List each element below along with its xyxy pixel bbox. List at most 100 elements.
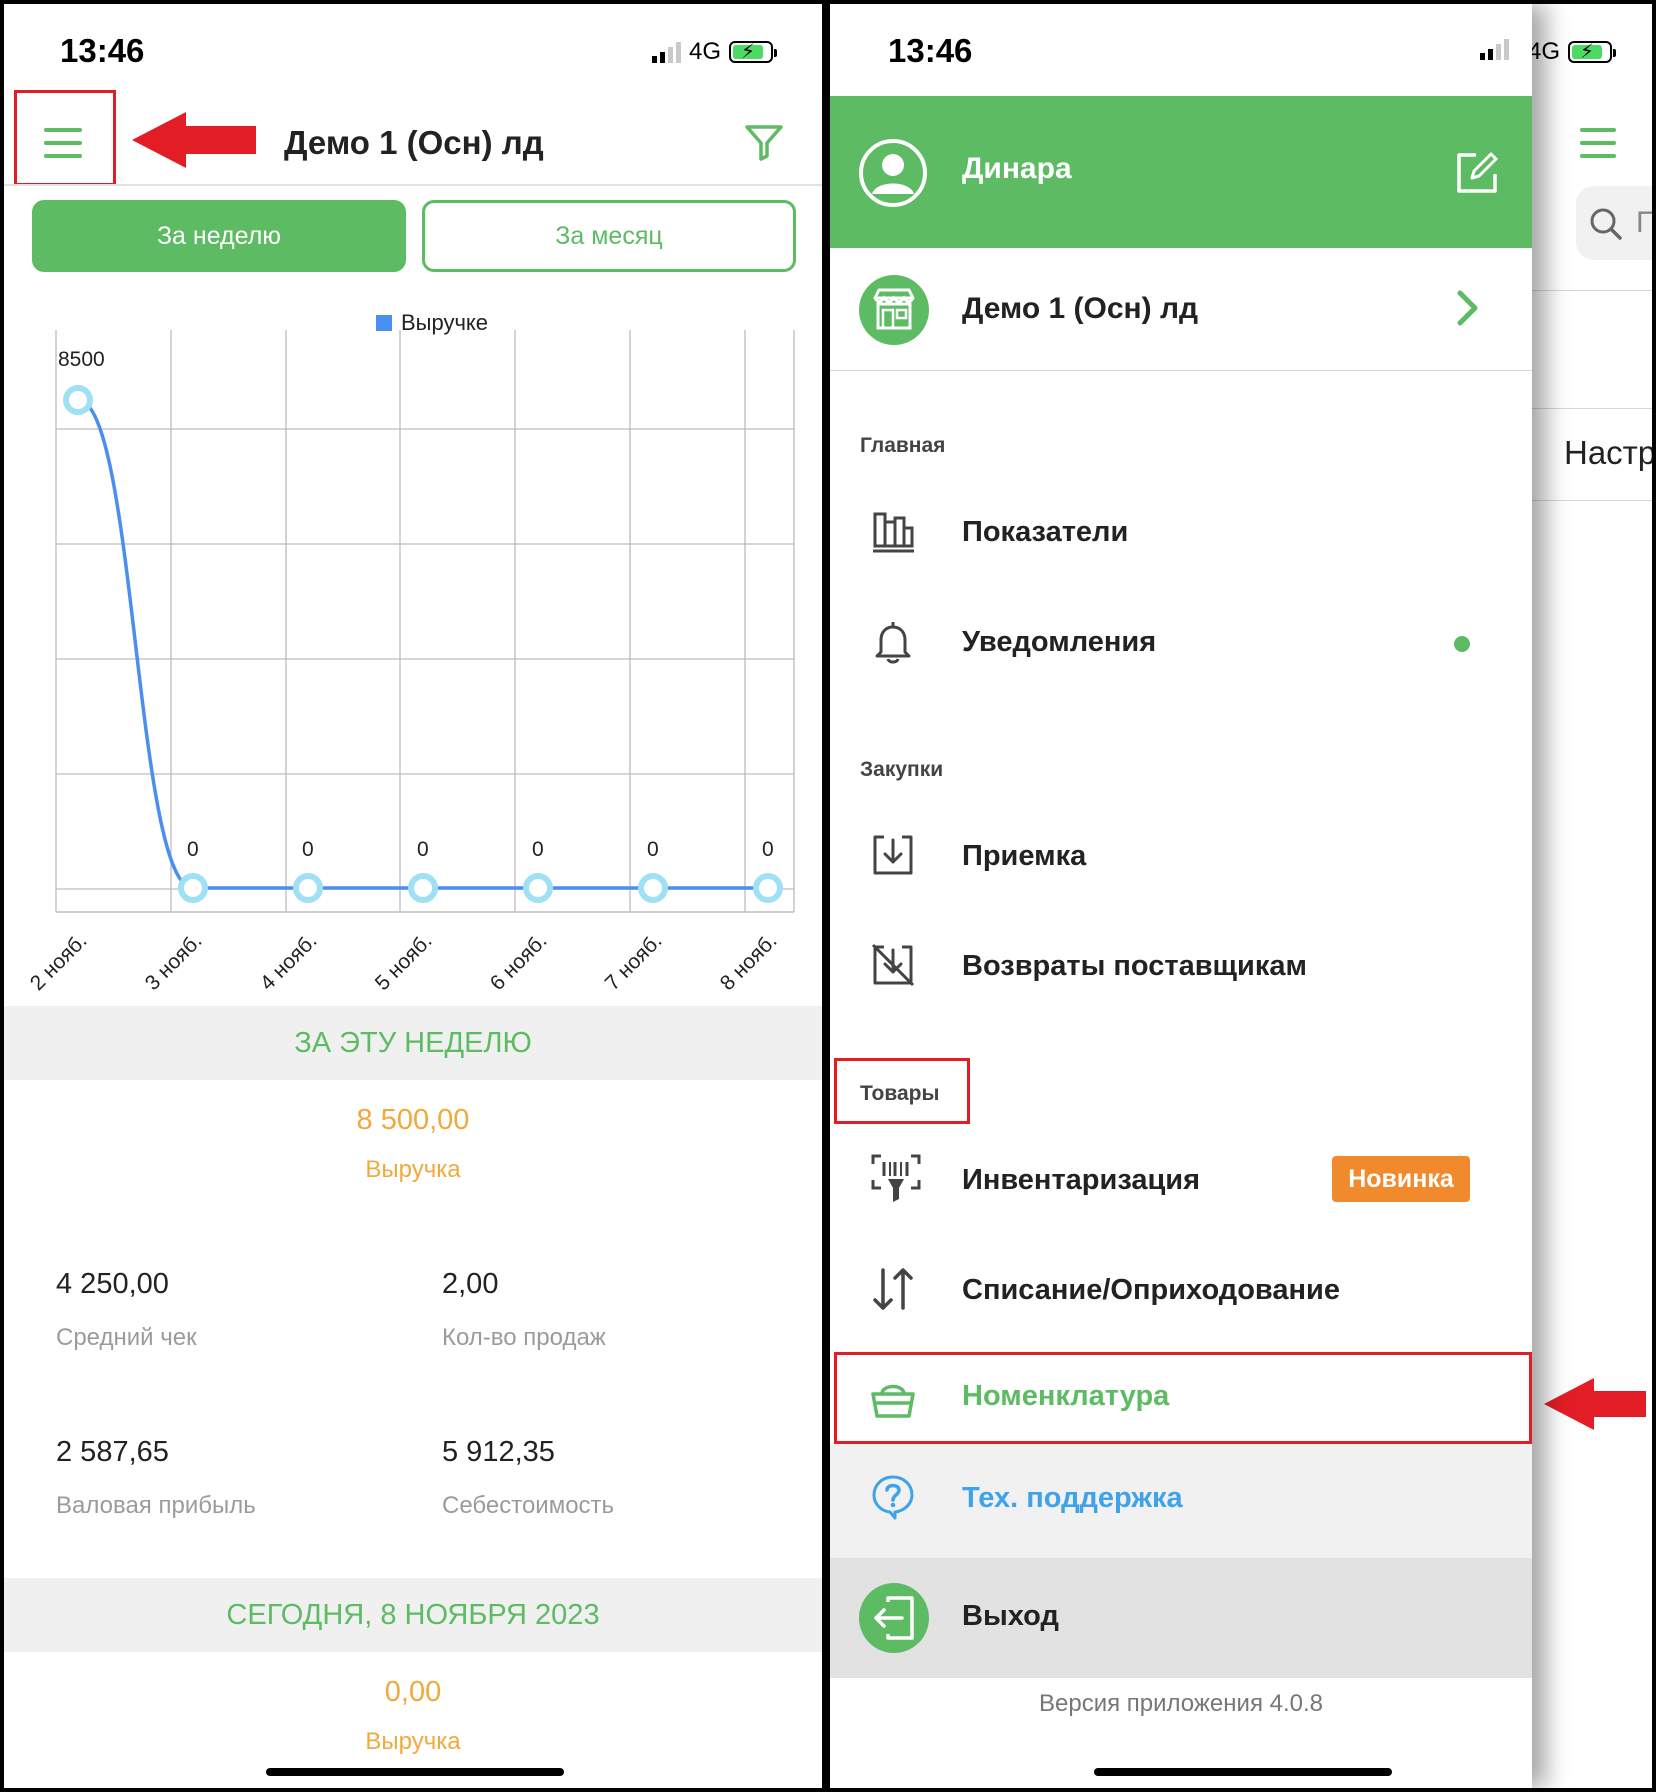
tab-week[interactable]: За неделю	[32, 200, 406, 272]
chevron-right-icon	[1457, 290, 1478, 326]
status-time: 13:46	[60, 32, 145, 69]
question-help-icon	[872, 1475, 914, 1520]
battery-icon: ⚡	[729, 41, 778, 63]
x-tick-label-5: 7 нояб.	[601, 929, 667, 994]
store-selector[interactable]: Демо 1 (Осн) лд	[830, 248, 1532, 370]
cost-value: 5 912,35	[442, 1436, 555, 1468]
legend-swatch	[376, 315, 392, 331]
red-arrow-left-icon	[132, 112, 256, 168]
data-label-1: 0	[187, 838, 199, 861]
cost-label: Себестоимость	[442, 1492, 615, 1519]
data-point-0	[63, 385, 93, 415]
menu-item-returns[interactable]: Возвраты поставщикам	[830, 910, 1532, 1020]
menu-item-inventory[interactable]: Инвентаризация Новинка	[830, 1126, 1532, 1234]
sales-count-value: 2,00	[442, 1268, 499, 1300]
logout-icon	[859, 1583, 929, 1653]
data-label-4: 0	[532, 838, 544, 861]
x-tick-label-3: 5 нояб.	[371, 929, 437, 994]
background-divider-3	[1532, 500, 1652, 501]
menu-item-support[interactable]: Тех. поддержка	[830, 1444, 1532, 1558]
week-revenue-value: 8 500,00	[356, 1104, 470, 1136]
data-label-2: 0	[302, 838, 314, 861]
nomenclature-highlight	[834, 1352, 1532, 1444]
app-version: Версия приложения 4.0.8	[1039, 1690, 1323, 1717]
data-label-5: 0	[647, 838, 659, 861]
menu-label-notifications: Уведомления	[962, 626, 1157, 658]
data-label-3: 0	[417, 838, 429, 861]
menu-item-receiving[interactable]: Приемка	[830, 802, 1532, 910]
search-icon	[1590, 208, 1622, 240]
revenue-line-chart: Выручке 8500 2 нояб. 0 3 нояб. 0 4 нояб. 0 5 ноя…	[26, 310, 795, 994]
funnel-icon[interactable]	[744, 122, 784, 162]
toolbar-divider	[4, 184, 822, 186]
tab-month[interactable]: За месяц	[422, 200, 796, 272]
left-phone-screen: 13:46 4G ⚡ Демо 1 (Осн) лд За неделю За …	[4, 4, 822, 1788]
menu-button-highlight	[14, 90, 116, 186]
background-divider-1	[1532, 290, 1652, 291]
drawer-signal-icon	[1480, 38, 1509, 60]
page-title: Демо 1 (Осн) лд	[284, 124, 544, 161]
background-divider-2	[1532, 408, 1652, 409]
menu-item-notifications[interactable]: Уведомления	[830, 586, 1532, 696]
barcode-scanner-icon	[871, 1154, 921, 1202]
menu-item-writeoff[interactable]: Списание/Оприходование	[830, 1234, 1532, 1344]
notification-dot	[1454, 636, 1470, 652]
section-main-label: Главная	[860, 434, 946, 457]
x-tick-label-4: 6 нояб.	[486, 929, 552, 994]
today-revenue-label: Выручка	[365, 1728, 461, 1755]
gross-profit-value: 2 587,65	[56, 1436, 169, 1468]
signal-icon	[652, 41, 681, 63]
x-tick-label-6: 8 нояб.	[716, 929, 782, 994]
bell-icon	[875, 622, 911, 664]
right-phone-screen: П Настр 4G ⚡ 13:46 Динара Демо 1 (Осн) л…	[830, 4, 1652, 1788]
home-indicator	[266, 1768, 564, 1776]
data-point-4	[523, 873, 553, 903]
background-settings-fragment: Настр	[1564, 434, 1652, 471]
data-point-5	[638, 873, 668, 903]
menu-item-logout[interactable]: Выход	[830, 1558, 1532, 1678]
up-down-arrows-icon	[873, 1268, 913, 1310]
background-search-input[interactable]: П	[1576, 186, 1652, 260]
red-arrow-left-icon-2	[1544, 1378, 1646, 1430]
new-badge: Новинка	[1332, 1156, 1470, 1202]
data-label-0: 8500	[58, 348, 105, 371]
today-heading: СЕГОДНЯ, 8 НОЯБРЯ 2023	[4, 1578, 822, 1652]
drawer-home-indicator	[1094, 1768, 1392, 1776]
navigation-drawer: 13:46 Динара Демо 1 (Осн) лд Главная Пок…	[830, 4, 1532, 1788]
week-revenue-label: Выручка	[365, 1156, 461, 1183]
edit-icon[interactable]	[1454, 150, 1500, 196]
data-label-6: 0	[762, 838, 774, 861]
week-summary-heading: ЗА ЭТУ НЕДЕЛЮ	[4, 1006, 822, 1080]
receive-download-icon	[873, 835, 913, 875]
data-point-1	[178, 873, 208, 903]
profile-name: Динара	[962, 152, 1072, 185]
legend-label: Выручке	[401, 310, 488, 335]
gross-profit-label: Валовая прибыль	[56, 1492, 256, 1519]
avg-check-value: 4 250,00	[56, 1268, 169, 1300]
background-hamburger-icon[interactable]	[1580, 128, 1616, 158]
menu-label-writeoff: Списание/Оприходование	[962, 1274, 1340, 1306]
menu-label-receiving: Приемка	[962, 840, 1087, 872]
menu-label-support: Тех. поддержка	[962, 1482, 1183, 1514]
menu-label-logout: Выход	[962, 1600, 1059, 1632]
user-avatar-icon	[859, 139, 927, 207]
today-revenue-value: 0,00	[384, 1676, 442, 1708]
background-status-indicators: 4G ⚡	[1528, 38, 1617, 66]
profile-header[interactable]: Динара	[830, 96, 1532, 248]
data-point-6	[753, 873, 783, 903]
x-tick-label-0: 2 нояб.	[26, 929, 92, 994]
series-line-revenue	[77, 398, 768, 890]
drawer-status-time: 13:46	[888, 32, 973, 69]
data-point-2	[293, 873, 323, 903]
store-divider	[830, 370, 1532, 371]
store-icon	[859, 275, 929, 345]
background-page: П Настр 4G ⚡	[1528, 4, 1652, 1788]
bar-chart-icon	[873, 512, 914, 553]
menu-item-indicators[interactable]: Показатели	[830, 478, 1532, 586]
menu-label-inventory: Инвентаризация	[962, 1164, 1201, 1196]
x-tick-label-1: 3 нояб.	[141, 929, 207, 994]
return-to-supplier-icon	[871, 943, 915, 987]
store-name: Демо 1 (Осн) лд	[962, 292, 1199, 325]
network-label: 4G	[689, 38, 722, 65]
status-bar-indicators: 4G ⚡	[652, 38, 778, 66]
